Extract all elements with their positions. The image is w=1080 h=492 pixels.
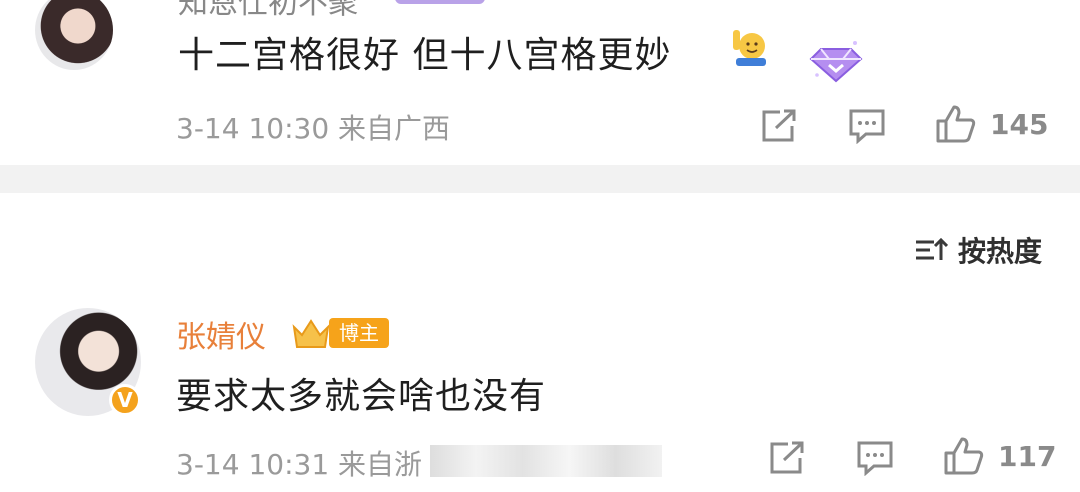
comment-location: 来自浙	[338, 448, 423, 481]
comment-location: 来自广西	[338, 112, 451, 145]
sort-toggle[interactable]: 按热度	[914, 230, 1042, 270]
comment-text: 十二宫格很好 但十八宫格更妙	[178, 35, 672, 76]
like-count: 145	[990, 108, 1049, 141]
comment-time: 3-14 10:31	[176, 448, 330, 481]
comment-meta: 3-14 10:31 来自浙	[176, 443, 422, 483]
comment-text: 要求太多就会啥也没有	[176, 376, 547, 417]
share-icon[interactable]	[760, 108, 798, 144]
comment-meta: 3-14 10:30 来自广西	[176, 107, 450, 147]
section-divider	[0, 165, 1080, 193]
share-icon[interactable]	[768, 440, 806, 476]
author-badge: 博主	[329, 318, 389, 348]
comment-time: 3-14 10:30	[176, 112, 330, 145]
avatar[interactable]	[35, 0, 113, 70]
sort-label: 按热度	[957, 235, 1042, 268]
comment-username[interactable]: 知恩仕初不聚	[178, 0, 358, 22]
like-count: 117	[998, 440, 1057, 473]
comment-icon[interactable]	[848, 108, 886, 144]
comment-icon[interactable]	[856, 440, 894, 476]
comment-item: 知恩仕初不聚 十二宫格很好 但十八宫格更妙 3-14 10:30 来自广西 14…	[0, 0, 1080, 165]
purple-gem-icon	[809, 41, 863, 83]
raising-hand-emoji-icon	[733, 30, 766, 66]
blurred-watermark	[430, 445, 662, 477]
user-level-badge	[395, 0, 485, 4]
sort-icon	[915, 237, 948, 260]
like-icon[interactable]	[943, 436, 985, 476]
crown-icon	[292, 319, 330, 348]
verified-badge: V	[109, 384, 141, 416]
like-icon[interactable]	[935, 104, 977, 144]
comment-username[interactable]: 张婧仪	[176, 312, 266, 356]
